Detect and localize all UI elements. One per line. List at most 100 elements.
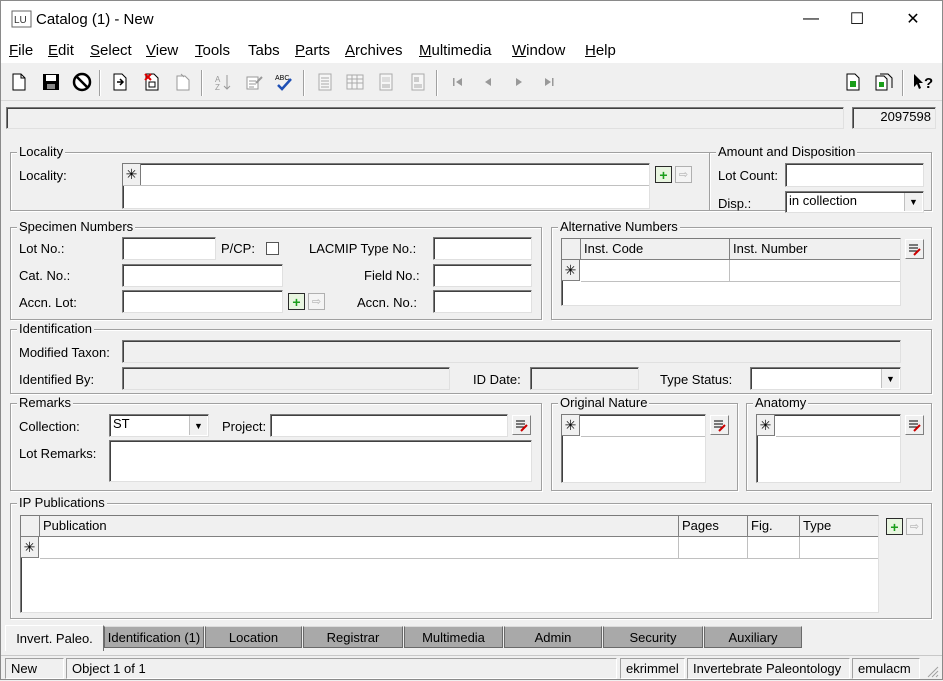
publications-grid[interactable]: Publication Pages Fig. Type ✳ <box>20 515 879 613</box>
disp-select[interactable]: in collection ▼ <box>785 191 924 213</box>
tab-identification[interactable]: Identification (1) <box>104 626 204 648</box>
menu-tabs[interactable]: Tabs <box>248 42 280 59</box>
anatomy-list[interactable]: ✳ <box>756 414 901 483</box>
edit-project-button[interactable] <box>512 415 531 435</box>
context-help-icon[interactable]: ? <box>912 71 934 93</box>
column-divider <box>729 260 730 282</box>
view-list-icon[interactable] <box>375 71 397 93</box>
col-inst-code[interactable]: Inst. Code <box>581 239 730 260</box>
edit-alt-numbers-button[interactable] <box>905 239 924 259</box>
delete-record-icon[interactable] <box>141 71 163 93</box>
edit-anatomy-button[interactable] <box>905 415 924 435</box>
project-label: Project: <box>222 419 267 434</box>
modified-taxon-field <box>122 340 901 363</box>
open-record-icon[interactable] <box>109 71 131 93</box>
alt-numbers-row[interactable] <box>581 260 900 282</box>
add-accn-lot-button[interactable]: + <box>288 293 305 310</box>
tab-location[interactable]: Location <box>205 626 302 648</box>
close-button[interactable]: ✕ <box>890 1 936 37</box>
resize-grip-icon[interactable] <box>925 664 939 678</box>
col-pages[interactable]: Pages <box>679 516 748 537</box>
lacmip-type-label: LACMIP Type No.: <box>309 241 417 256</box>
previous-record-icon[interactable] <box>477 71 499 93</box>
tab-registrar[interactable]: Registrar <box>303 626 403 648</box>
list-edit-icon <box>909 244 921 256</box>
tab-auxiliary[interactable]: Auxiliary <box>704 626 802 648</box>
group-title-identification: Identification <box>17 321 94 337</box>
disp-value: in collection <box>789 193 857 208</box>
column-divider <box>747 537 748 559</box>
menu-archives[interactable]: Archives <box>345 42 403 59</box>
menu-edit[interactable]: Edit <box>48 42 74 59</box>
report-copy-green-icon[interactable] <box>873 71 895 93</box>
next-record-icon[interactable] <box>508 71 530 93</box>
chevron-down-icon[interactable]: ▼ <box>189 416 207 435</box>
view-image-icon[interactable] <box>407 71 429 93</box>
status-user: ekrimmel <box>620 658 685 679</box>
copy-record-icon[interactable] <box>172 71 194 93</box>
col-type[interactable]: Type <box>800 516 878 537</box>
publications-row[interactable] <box>40 537 878 559</box>
col-fig[interactable]: Fig. <box>748 516 800 537</box>
new-row-star-icon: ✳ <box>562 260 580 281</box>
menu-file[interactable]: File <box>9 42 33 59</box>
group-title-original-nature: Original Nature <box>558 395 650 411</box>
lot-no-input[interactable] <box>122 237 216 260</box>
link-locality-icon[interactable]: ⇨ <box>675 166 692 183</box>
accn-lot-input[interactable] <box>122 290 283 313</box>
menu-select[interactable]: Select <box>90 42 132 59</box>
svg-text:Z: Z <box>215 83 220 91</box>
spell-check-icon[interactable]: ABC <box>273 71 295 93</box>
menu-help[interactable]: Help <box>585 42 616 59</box>
save-icon[interactable] <box>40 71 62 93</box>
tab-invert-paleo[interactable]: Invert. Paleo. <box>5 625 104 651</box>
project-input[interactable] <box>270 414 508 437</box>
lot-remarks-textarea[interactable] <box>109 440 532 482</box>
menu-multimedia[interactable]: Multimedia <box>419 42 492 59</box>
type-status-select[interactable]: ▼ <box>750 367 901 390</box>
edit-original-nature-button[interactable] <box>710 415 729 435</box>
link-publication-icon[interactable]: ⇨ <box>906 518 923 535</box>
maximize-button[interactable]: ☐ <box>834 1 880 37</box>
tab-admin[interactable]: Admin <box>504 626 602 648</box>
alt-numbers-grid[interactable]: Inst. Code Inst. Number ✳ <box>561 238 901 306</box>
sort-icon[interactable]: AZ <box>212 71 234 93</box>
view-page-icon[interactable] <box>314 71 336 93</box>
minimize-button[interactable]: — <box>788 1 834 37</box>
original-nature-row[interactable] <box>581 415 705 437</box>
status-object: Object 1 of 1 <box>66 658 617 679</box>
cat-no-input[interactable] <box>122 264 283 287</box>
view-grid-icon[interactable] <box>344 71 366 93</box>
first-record-icon[interactable] <box>447 71 469 93</box>
menu-view[interactable]: View <box>146 42 178 59</box>
anatomy-row[interactable] <box>776 415 900 437</box>
collection-select[interactable]: ST ▼ <box>109 414 209 437</box>
tab-multimedia[interactable]: Multimedia <box>404 626 503 648</box>
add-publication-button[interactable]: + <box>886 518 903 535</box>
menu-parts[interactable]: Parts <box>295 42 330 59</box>
new-row-star-icon: ✳ <box>123 164 141 185</box>
lacmip-type-input[interactable] <box>433 237 532 260</box>
cancel-icon[interactable] <box>71 71 93 93</box>
menu-tools[interactable]: Tools <box>195 42 230 59</box>
last-record-icon[interactable] <box>538 71 560 93</box>
new-document-icon[interactable] <box>8 71 30 93</box>
original-nature-list[interactable]: ✳ <box>561 414 706 483</box>
accn-no-input[interactable] <box>433 290 532 313</box>
locality-list[interactable]: ✳ <box>122 163 650 209</box>
lot-count-input[interactable] <box>785 163 924 187</box>
report-green-icon[interactable] <box>842 71 864 93</box>
col-publication[interactable]: Publication <box>40 516 679 537</box>
pcp-checkbox[interactable] <box>266 242 279 255</box>
tab-security[interactable]: Security <box>603 626 703 648</box>
menu-window[interactable]: Window <box>512 42 565 59</box>
group-title-alt-numbers: Alternative Numbers <box>558 219 680 235</box>
lot-count-label: Lot Count: <box>718 168 778 183</box>
chevron-down-icon[interactable]: ▼ <box>904 193 922 211</box>
col-inst-number[interactable]: Inst. Number <box>730 239 900 260</box>
link-accn-lot-icon[interactable]: ⇨ <box>308 293 325 310</box>
chevron-down-icon[interactable]: ▼ <box>881 369 899 388</box>
field-no-input[interactable] <box>433 264 532 287</box>
edit-list-icon[interactable] <box>243 71 265 93</box>
add-locality-button[interactable]: + <box>655 166 672 183</box>
